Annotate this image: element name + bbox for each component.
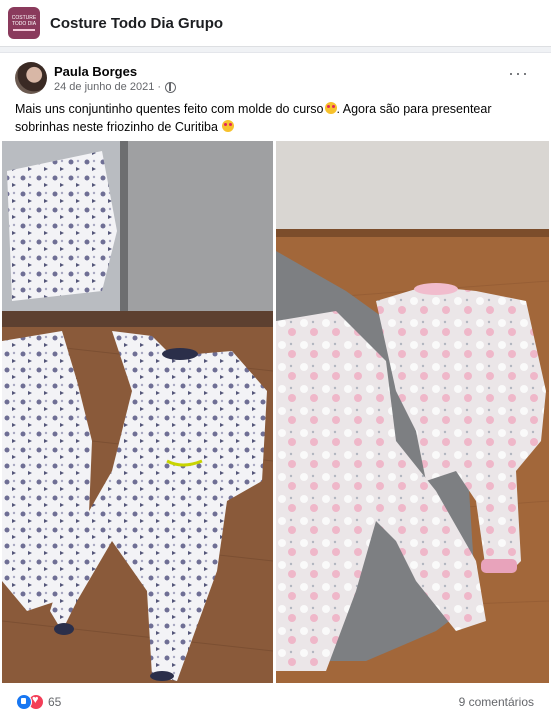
post-photo-right[interactable]	[276, 141, 549, 683]
heart-eyes-emoji-icon-2	[222, 120, 235, 132]
group-logo[interactable]: COSTURE TODO DIA	[8, 7, 40, 39]
photo-pajamas-blue	[2, 141, 273, 683]
group-logo-text: COSTURE TODO DIA	[11, 15, 37, 27]
post-header: Paula Borges 24 de junho de 2021 · ···	[0, 53, 551, 99]
group-header: COSTURE TODO DIA Costure Todo Dia Grupo	[0, 0, 551, 47]
heart-eyes-emoji-icon	[324, 102, 337, 114]
like-reaction-icon[interactable]	[16, 694, 32, 710]
post-photo-left[interactable]	[2, 141, 273, 683]
author-name[interactable]: Paula Borges	[54, 64, 137, 79]
reaction-count[interactable]: 65	[48, 695, 61, 709]
post-card: Paula Borges 24 de junho de 2021 · ··· M…	[0, 52, 551, 718]
post-meta: 24 de junho de 2021 ·	[54, 81, 176, 93]
post-footer: 65 9 comentários	[0, 688, 551, 716]
author-avatar[interactable]	[15, 62, 47, 94]
comment-count-link[interactable]: 9 comentários	[459, 695, 534, 709]
group-name[interactable]: Costure Todo Dia Grupo	[50, 15, 223, 32]
post-date[interactable]: 24 de junho de 2021	[54, 81, 154, 93]
more-options-icon[interactable]: ···	[508, 64, 529, 82]
post-text: Mais uns conjuntinho quentes feito com m…	[15, 102, 492, 134]
photo-pajamas-pink	[276, 141, 549, 683]
globe-icon	[165, 81, 176, 93]
